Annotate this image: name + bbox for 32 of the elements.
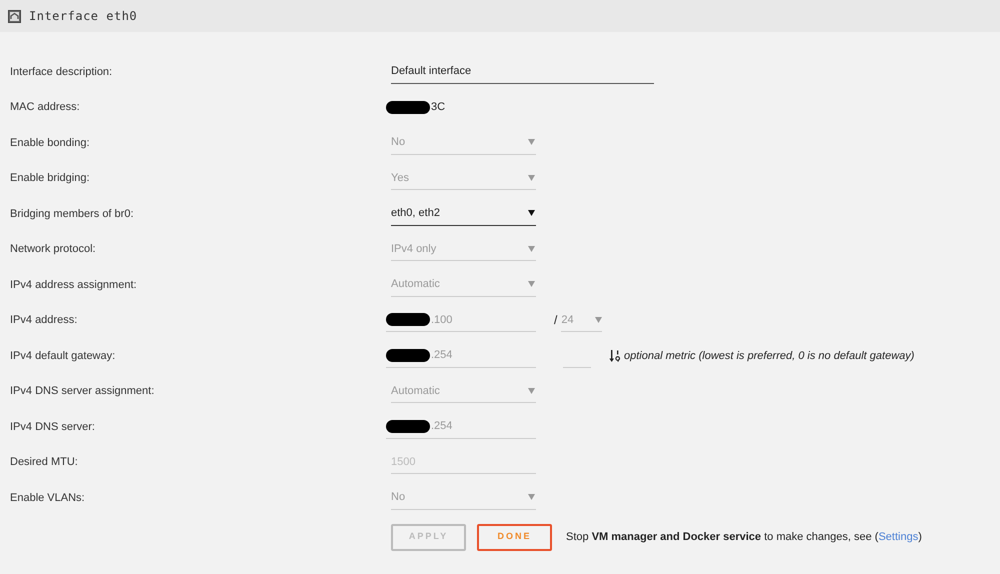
dropdown-caret-icon (528, 388, 535, 394)
field-label: IPv4 default gateway: (9, 348, 116, 364)
done-button[interactable]: DONE (477, 524, 552, 550)
field-label: Interface description: (9, 64, 114, 80)
network-icon (8, 10, 21, 22)
sort-numeric-icon (609, 350, 621, 362)
slash-separator: / (554, 312, 558, 330)
dropdown-caret-icon (595, 316, 602, 323)
dropdown-caret-icon (528, 174, 535, 181)
dropdown-field[interactable]: eth0, eth2 (391, 202, 536, 226)
field-label: Enable bridging: (9, 171, 91, 186)
field-label: Network protocol: (9, 242, 97, 257)
field-label: Bridging members of br0: (9, 206, 134, 222)
field-label: IPv4 DNS server: (9, 420, 96, 434)
dropdown-caret-icon (528, 281, 535, 288)
dropdown-caret-icon (528, 494, 535, 500)
field-label: IPv4 address: (9, 313, 78, 328)
field-label: Enable bonding: (9, 136, 91, 150)
dropdown-caret-icon (528, 139, 535, 146)
field-label: MAC address: (9, 100, 81, 115)
panel-title: Interface eth0 (29, 8, 138, 25)
metric-hint: optional metric (lowest is preferred, 0 is no default gateway) (624, 348, 914, 364)
dropdown-caret-icon (528, 210, 535, 216)
mac-address-value: 3C (386, 99, 446, 116)
notice-text: Stop VM manager and Docker service to make changes, see (Settings) (566, 530, 922, 545)
field-label: Desired MTU: (9, 455, 79, 470)
field-label: IPv4 address assignment: (9, 278, 138, 292)
settings-link[interactable]: Settings (878, 530, 918, 543)
field-label: Enable VLANs: (9, 490, 86, 506)
dropdown-caret-icon (528, 246, 535, 252)
description-field[interactable]: Default interface (391, 60, 654, 84)
field-label: IPv4 DNS server assignment: (9, 384, 156, 399)
